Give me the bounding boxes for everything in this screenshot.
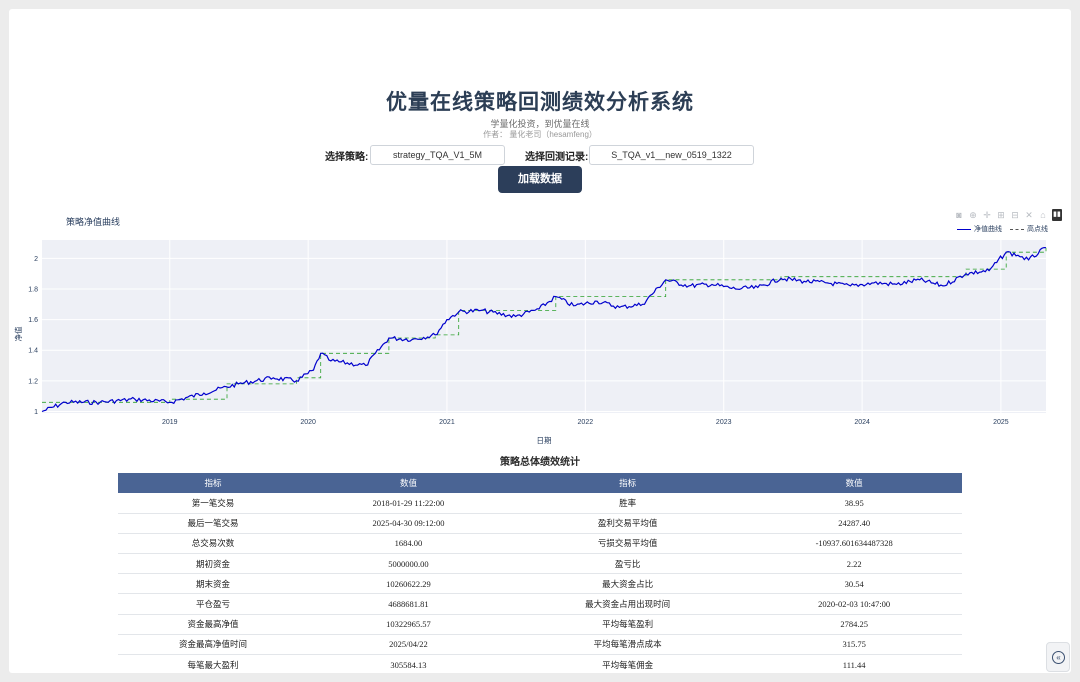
table-cell: 2018-01-29 11:22:00 (307, 493, 509, 514)
x-tick-label: 2022 (578, 419, 594, 426)
y-tick-label: 1.6 (28, 317, 38, 324)
pan-icon[interactable]: ✛ (982, 209, 992, 221)
table-cell: 111.44 (746, 654, 962, 673)
y-tick-label: 1.4 (28, 348, 38, 355)
col-header-metric: 指标 (118, 473, 308, 493)
table-cell: -10937.601634487328 (746, 533, 962, 555)
legend-label-high: 高点线 (1027, 226, 1048, 233)
y-tick-label: 1 (34, 409, 38, 416)
table-row: 最后一笔交易 2025-04-30 09:12:00 盈利交易平均值 24287.40 (118, 513, 962, 534)
table-cell: 315.75 (746, 634, 962, 656)
table-cell: 2025/04/22 (307, 634, 509, 656)
table-cell: 盈利交易平均值 (508, 513, 747, 534)
table-cell: 5000000.00 (307, 553, 509, 575)
legend-item-nav[interactable]: 净值曲线 (957, 224, 1002, 234)
y-tick-label: 1.8 (28, 286, 38, 293)
zoom-out-icon[interactable]: ⊟ (1010, 209, 1020, 221)
col-header-value-2: 数值 (746, 473, 962, 493)
table-row: 每笔最大盈利 305584.13 平均每笔佣金 111.44 (118, 654, 962, 673)
record-select[interactable]: S_TQA_v1__new_0519_1322 (589, 145, 754, 165)
stats-header-row: 指标 数值 指标 数值 (118, 473, 962, 493)
table-cell: 胜率 (508, 493, 747, 514)
table-cell: 10260622.29 (307, 573, 509, 595)
table-row: 资金最高净值时间 2025/04/22 平均每笔滑点成本 315.75 (118, 634, 962, 656)
x-tick-label: 2021 (439, 419, 455, 426)
x-tick-label: 2025 (993, 419, 1009, 426)
table-cell: 平均每笔佣金 (508, 654, 747, 673)
zoom-icon[interactable]: ⊕ (968, 209, 978, 221)
table-cell: 最后一笔交易 (118, 513, 308, 534)
table-row: 期初资金 5000000.00 盈亏比 2.22 (118, 553, 962, 575)
table-cell: 每笔最大盈利 (118, 654, 308, 673)
table-cell: 期初资金 (118, 553, 308, 575)
col-header-metric-2: 指标 (508, 473, 747, 493)
table-row: 第一笔交易 2018-01-29 11:22:00 胜率 38.95 (118, 493, 962, 514)
chart-legend: 净值曲线 高点线 (957, 224, 1048, 234)
table-cell: 第一笔交易 (118, 493, 308, 514)
legend-line-swatch (957, 228, 971, 230)
strategy-select-label: 选择策略: (325, 152, 369, 163)
legend-label-nav: 净值曲线 (974, 226, 1002, 233)
chart-title: 策略净值曲线 (66, 217, 121, 227)
stats-table: 指标 数值 指标 数值 第一笔交易 2018-01-29 11:22:00 胜率 38… (118, 473, 962, 673)
table-row: 总交易次数 1684.00 亏损交易平均值 -10937.601634487328 (118, 533, 962, 555)
table-cell: 平仓盈亏 (118, 593, 308, 615)
y-axis-label: 净值 (13, 326, 23, 341)
chart-modebar: ◙ ⊕ ✛ ⊞ ⊟ ✕ ⌂ ▮▮ (954, 209, 1062, 221)
table-cell: 1684.00 (307, 533, 509, 555)
table-cell: 亏损交易平均值 (508, 533, 747, 555)
table-cell: 期末资金 (118, 573, 308, 595)
table-cell: 资金最高净值 (118, 614, 308, 635)
table-cell: 2025-04-30 09:12:00 (307, 513, 509, 534)
autoscale-icon[interactable]: ✕ (1024, 209, 1034, 221)
x-axis-label: 日期 (537, 436, 552, 445)
table-row: 期末资金 10260622.29 最大资金占比 30.54 (118, 573, 962, 595)
load-data-button[interactable]: 加载数据 (498, 166, 582, 193)
nav-chart[interactable]: 2019 2020 2021 2022 2023 2024 2025 11.21.41.61… (9, 234, 1071, 449)
x-tick-label: 2024 (854, 419, 870, 426)
zoom-in-icon[interactable]: ⊞ (996, 209, 1006, 221)
table-cell: 2020-02-03 10:47:00 (746, 593, 962, 615)
page-title: 优量在线策略回测绩效分析系统 (386, 91, 694, 114)
author-line: 作者： 量化老司（hesamfeng） (483, 130, 597, 139)
x-tick-label: 2020 (300, 419, 316, 426)
record-select-label: 选择回测记录: (525, 152, 589, 163)
legend-dash-swatch (1010, 228, 1024, 230)
legend-item-high[interactable]: 高点线 (1010, 224, 1048, 234)
table-cell: 30.54 (746, 573, 962, 595)
x-tick-label: 2019 (162, 419, 178, 426)
table-cell: 10322965.57 (307, 614, 509, 635)
table-cell: 2784.25 (746, 614, 962, 635)
table-row: 资金最高净值 10322965.57 平均每笔盈利 2784.25 (118, 614, 962, 635)
x-tick-label: 2023 (716, 419, 732, 426)
table-cell: 资金最高净值时间 (118, 634, 308, 656)
table-cell: 4688681.81 (307, 593, 509, 615)
table-cell: 盈亏比 (508, 553, 747, 575)
stats-title: 策略总体绩效统计 (500, 457, 580, 468)
table-cell: 最大资金占比 (508, 573, 747, 595)
app-window: 优量在线策略回测绩效分析系统 学量化投资，到优量在线 作者： 量化老司（hesa… (9, 9, 1071, 673)
plotly-logo-icon[interactable]: ▮▮ (1052, 209, 1062, 221)
y-tick-label: 1.2 (28, 378, 38, 385)
table-row: 平仓盈亏 4688681.81 最大资金占用出现时间 2020-02-03 10:47… (118, 593, 962, 615)
table-cell: 平均每笔盈利 (508, 614, 747, 635)
table-cell: 2.22 (746, 553, 962, 575)
collapse-button[interactable]: « (1046, 642, 1070, 672)
collapse-icon: « (1052, 651, 1065, 664)
x-tick-labels: 2019 2020 2021 2022 2023 2024 2025 (162, 419, 1009, 426)
table-cell: 总交易次数 (118, 533, 308, 555)
y-tick-label: 2 (34, 256, 38, 263)
table-cell: 38.95 (746, 493, 962, 514)
strategy-select[interactable]: strategy_TQA_V1_5M (370, 145, 505, 165)
table-cell: 平均每笔滑点成本 (508, 634, 747, 656)
col-header-value: 数值 (307, 473, 509, 493)
camera-icon[interactable]: ◙ (954, 209, 964, 221)
home-icon[interactable]: ⌂ (1038, 209, 1048, 221)
table-cell: 305584.13 (307, 654, 509, 673)
table-cell: 最大资金占用出现时间 (508, 593, 747, 615)
plot-area (42, 240, 1046, 413)
table-cell: 24287.40 (746, 513, 962, 534)
y-tick-labels: 1 1.2 1.4 1.6 1.8 2 (28, 256, 38, 416)
